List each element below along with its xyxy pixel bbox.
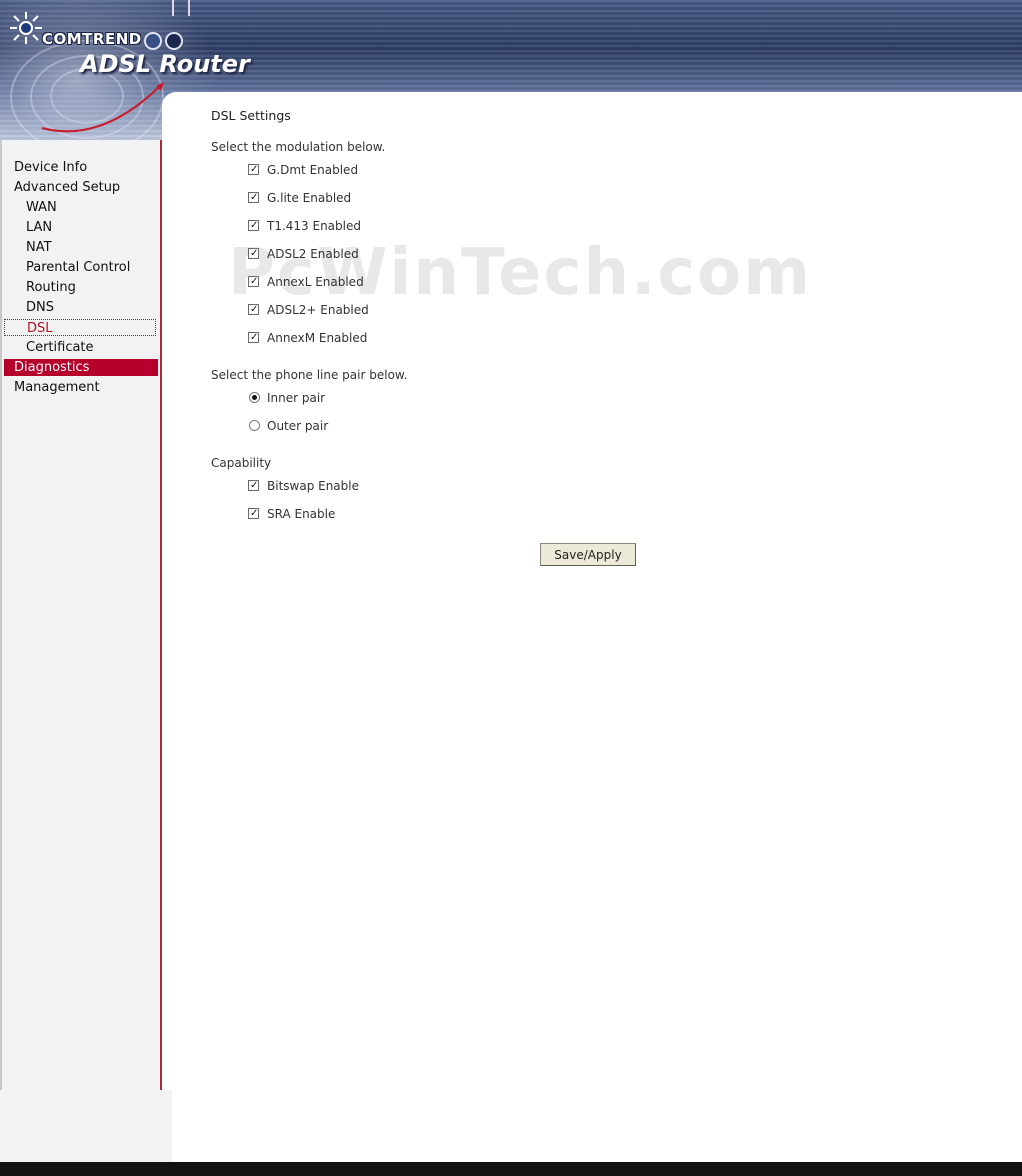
- page-title: DSL Settings: [211, 108, 291, 123]
- sidebar-item-wan[interactable]: WAN: [26, 199, 57, 216]
- radio-dot-icon: [252, 395, 257, 400]
- adsl2-checkbox[interactable]: ✓: [248, 248, 259, 259]
- t1413-checkbox[interactable]: ✓: [248, 220, 259, 231]
- checkmark-icon: ✓: [250, 248, 259, 259]
- sidebar-item-parental-control[interactable]: Parental Control: [26, 259, 130, 276]
- annexl-label: AnnexL Enabled: [267, 275, 364, 289]
- sidebar-item-lan[interactable]: LAN: [26, 219, 52, 236]
- checkmark-icon: ✓: [250, 276, 259, 287]
- glite-checkbox[interactable]: ✓: [248, 192, 259, 203]
- annexl-checkbox[interactable]: ✓: [248, 276, 259, 287]
- checkmark-icon: ✓: [250, 164, 259, 175]
- bitswap-checkbox[interactable]: ✓: [248, 480, 259, 491]
- checkmark-icon: ✓: [250, 480, 259, 491]
- sra-label: SRA Enable: [267, 507, 336, 521]
- sidebar-item-advanced-setup[interactable]: Advanced Setup: [14, 179, 120, 196]
- sidebar-item-device-info[interactable]: Device Info: [14, 159, 87, 176]
- sidebar-item-dns[interactable]: DNS: [26, 299, 54, 316]
- bitswap-label: Bitswap Enable: [267, 479, 359, 493]
- capability-section-label: Capability: [211, 456, 272, 470]
- banner-red-swoosh: [41, 82, 164, 133]
- checkmark-icon: ✓: [250, 304, 259, 315]
- adsl2plus-checkbox[interactable]: ✓: [248, 304, 259, 315]
- checkmark-icon: ✓: [250, 192, 259, 203]
- checkmark-icon: ✓: [250, 220, 259, 231]
- inner-pair-label: Inner pair: [267, 391, 326, 405]
- adsl2-label: ADSL2 Enabled: [267, 247, 359, 261]
- save-apply-button[interactable]: Save/Apply: [540, 543, 636, 566]
- phone-pair-section-label: Select the phone line pair below.: [211, 368, 408, 382]
- outer-pair-radio[interactable]: [249, 420, 260, 431]
- outer-pair-label: Outer pair: [267, 419, 329, 433]
- sidebar-item-dsl[interactable]: DSL: [4, 319, 156, 336]
- gdmt-checkbox[interactable]: ✓: [248, 164, 259, 175]
- sidebar-item-diagnostics[interactable]: Diagnostics: [4, 359, 158, 376]
- annexm-label: AnnexM Enabled: [267, 331, 368, 345]
- sidebar-item-nat[interactable]: NAT: [26, 239, 52, 256]
- sra-checkbox[interactable]: ✓: [248, 508, 259, 519]
- product-title: ADSL Router: [80, 50, 250, 78]
- annexm-checkbox[interactable]: ✓: [248, 332, 259, 343]
- gdmt-label: G.Dmt Enabled: [267, 163, 359, 177]
- sidebar-item-routing[interactable]: Routing: [26, 279, 76, 296]
- inner-pair-radio[interactable]: [249, 392, 260, 403]
- modulation-section-label: Select the modulation below.: [211, 140, 386, 154]
- sidebar-item-certificate[interactable]: Certificate: [26, 339, 94, 356]
- checkmark-icon: ✓: [250, 508, 259, 519]
- sidebar-item-management[interactable]: Management: [14, 379, 100, 396]
- comtrend-logo-icon: [10, 12, 42, 44]
- glite-label: G.lite Enabled: [267, 191, 352, 205]
- window-bottom-bar: [0, 1162, 1022, 1176]
- checkmark-icon: ✓: [250, 332, 259, 343]
- banner-decoration: [172, 0, 190, 16]
- t1413-label: T1.413 Enabled: [267, 219, 361, 233]
- brand-logo-text: COMTREND: [42, 30, 142, 48]
- sidebar-footer-area: [0, 1090, 172, 1162]
- adsl2plus-label: ADSL2+ Enabled: [267, 303, 369, 317]
